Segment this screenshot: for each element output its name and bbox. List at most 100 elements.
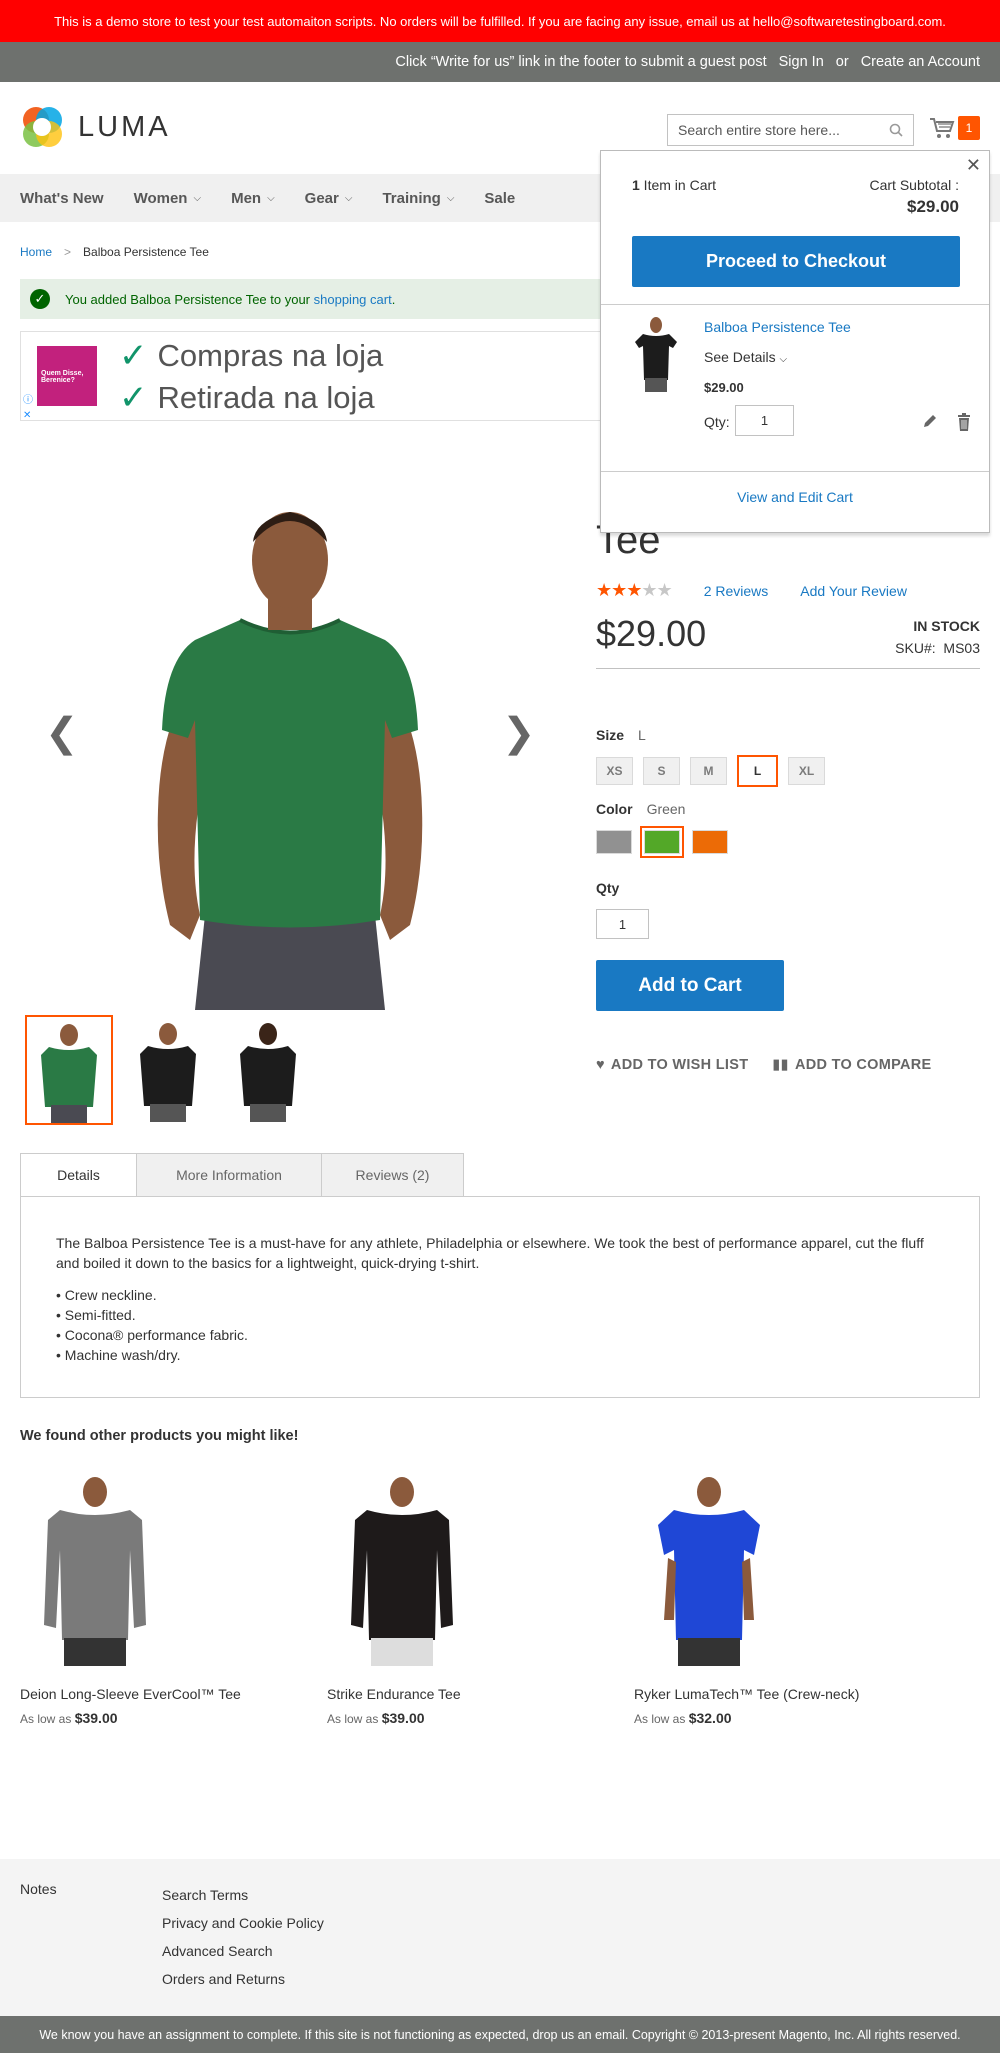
size-option-s[interactable]: S	[643, 757, 680, 785]
related-product-card[interactable]: Strike Endurance Tee As low as $39.00	[327, 1470, 567, 1726]
logo-text: LUMA	[78, 110, 171, 143]
view-edit-cart-link[interactable]: View and Edit Cart	[601, 489, 989, 505]
minicart-subtotal: $29.00	[907, 197, 959, 216]
related-product-name[interactable]: Strike Endurance Tee	[327, 1685, 567, 1704]
close-icon[interactable]: ✕	[966, 155, 981, 176]
pencil-icon[interactable]	[922, 413, 938, 429]
qty-input[interactable]: 1	[596, 909, 649, 939]
related-products-title: We found other products you might like!	[20, 1428, 299, 1444]
feature-item: • Crew neckline.	[56, 1287, 157, 1303]
product-main-image	[40, 470, 540, 1010]
search-icon[interactable]	[889, 123, 903, 137]
related-product-card[interactable]: Ryker LumaTech™ Tee (Crew-neck) As low a…	[634, 1470, 874, 1726]
color-label-row: Color Green	[596, 801, 685, 817]
tab-more-information[interactable]: More Information	[136, 1153, 322, 1197]
footer: Notes Search Terms Privacy and Cookie Po…	[0, 1859, 1000, 2016]
success-message-text: You added Balboa Persistence Tee to your	[65, 291, 311, 307]
thumbnail-black-back[interactable]	[225, 1015, 313, 1125]
add-to-compare-link[interactable]: ▮▮ ADD TO COMPARE	[772, 1057, 931, 1073]
tab-details[interactable]: Details	[20, 1153, 137, 1197]
footer-link-search-terms[interactable]: Search Terms	[162, 1881, 324, 1909]
breadcrumb: Home > Balboa Persistence Tee	[20, 245, 209, 259]
demo-notice-bar: This is a demo store to test your test a…	[0, 0, 1000, 42]
check-icon: ✓	[119, 379, 148, 417]
logo[interactable]: LUMA	[20, 105, 171, 149]
nav-item-men[interactable]: Men ⌵	[231, 190, 275, 207]
or-text: or	[835, 54, 849, 70]
chevron-down-icon: ⌵	[446, 192, 455, 204]
size-option-xs[interactable]: XS	[596, 757, 633, 785]
nav-item-sale[interactable]: Sale	[484, 190, 515, 207]
related-product-image[interactable]	[644, 1470, 774, 1675]
footer-link-advanced-search[interactable]: Advanced Search	[162, 1937, 324, 1965]
sign-in-link[interactable]: Sign In	[779, 54, 824, 70]
rating-stars-icon: ★★★★★	[596, 580, 673, 600]
trash-icon[interactable]	[957, 413, 971, 431]
ad-close-icon[interactable]: ✕	[23, 410, 31, 420]
product-tabs: Details More Information Reviews (2)	[20, 1153, 464, 1197]
gallery-prev-arrow[interactable]: ❮	[45, 710, 79, 756]
chevron-down-icon: ⌵	[344, 192, 353, 204]
search-placeholder: Search entire store here...	[678, 122, 840, 138]
search-input[interactable]: Search entire store here...	[667, 114, 914, 146]
ad-info-icon[interactable]: ⓘ	[23, 391, 33, 406]
add-review-link[interactable]: Add Your Review	[800, 583, 907, 599]
related-product-name[interactable]: Deion Long-Sleeve EverCool™ Tee	[20, 1685, 260, 1704]
minicart-subtotal-label: Cart Subtotal :	[869, 177, 960, 193]
chevron-down-icon: ⌵	[193, 192, 202, 204]
gallery-next-arrow[interactable]: ❯	[502, 710, 536, 756]
tab-reviews[interactable]: Reviews (2)	[321, 1153, 464, 1197]
add-to-wishlist-link[interactable]: ♥ ADD TO WISH LIST	[596, 1057, 748, 1073]
size-selected-value: L	[638, 727, 646, 743]
create-account-link[interactable]: Create an Account	[861, 54, 980, 70]
cart-icon[interactable]	[929, 116, 955, 140]
color-options	[596, 826, 728, 858]
qty-label: Qty	[596, 880, 620, 896]
footer-links: Search Terms Privacy and Cookie Policy A…	[162, 1881, 324, 1993]
feature-list: • Crew neckline. • Semi-fitted. • Cocona…	[56, 1285, 944, 1365]
nav-item-women[interactable]: Women ⌵	[134, 190, 202, 207]
cart-count-badge[interactable]: 1	[958, 116, 980, 140]
size-option-m[interactable]: M	[690, 757, 727, 785]
minicart-dropdown: ✕ 1 Item in Cart Cart Subtotal : $29.00 …	[600, 150, 990, 533]
shopping-cart-link[interactable]: shopping cart	[314, 292, 392, 307]
product-description: The Balboa Persistence Tee is a must-hav…	[56, 1235, 924, 1271]
nav-item-training[interactable]: Training ⌵	[382, 190, 454, 207]
nav-item-whats-new[interactable]: What's New	[20, 190, 104, 207]
breadcrumb-home[interactable]: Home	[20, 245, 52, 259]
size-option-l[interactable]: L	[737, 755, 778, 787]
color-swatch-gray[interactable]	[596, 830, 632, 854]
related-product-image[interactable]	[337, 1470, 467, 1675]
minicart-item-image[interactable]	[633, 316, 679, 396]
size-option-xl[interactable]: XL	[788, 757, 825, 785]
product-actions: ♥ ADD TO WISH LIST ▮▮ ADD TO COMPARE	[596, 1057, 932, 1073]
breadcrumb-current: Balboa Persistence Tee	[83, 245, 209, 259]
ad-banner[interactable]: Quem Disse, Berenice? ✓ Compras na loja ✓…	[20, 331, 640, 421]
add-to-cart-button[interactable]: Add to Cart	[596, 960, 784, 1011]
ad-line-2: ✓ Retirada na loja	[119, 379, 375, 417]
related-product-name[interactable]: Ryker LumaTech™ Tee (Crew-neck)	[634, 1685, 874, 1704]
color-swatch-orange[interactable]	[692, 830, 728, 854]
footer-notes-link[interactable]: Notes	[20, 1881, 57, 1897]
nav-item-gear[interactable]: Gear ⌵	[305, 190, 353, 207]
footer-link-privacy[interactable]: Privacy and Cookie Policy	[162, 1909, 324, 1937]
footer-link-orders-returns[interactable]: Orders and Returns	[162, 1965, 324, 1993]
success-message: ✓ You added Balboa Persistence Tee to yo…	[20, 279, 640, 319]
check-icon: ✓	[119, 337, 148, 375]
related-product-image[interactable]	[30, 1470, 160, 1675]
minicart-qty-input[interactable]: 1	[735, 405, 794, 436]
proceed-to-checkout-button[interactable]: Proceed to Checkout	[632, 236, 960, 287]
breadcrumb-separator: >	[64, 245, 72, 259]
luma-logo-icon	[23, 107, 62, 147]
product-rating: ★★★★★ 2 Reviews Add Your Review	[596, 580, 907, 601]
thumbnail-black-front[interactable]	[125, 1015, 213, 1125]
reviews-link[interactable]: 2 Reviews	[704, 583, 769, 599]
demo-notice-text: This is a demo store to test your test a…	[54, 13, 946, 29]
minicart-item-name[interactable]: Balboa Persistence Tee	[704, 319, 851, 335]
related-product-card[interactable]: Deion Long-Sleeve EverCool™ Tee As low a…	[20, 1470, 260, 1726]
see-details-toggle[interactable]: See Details ⌵	[704, 349, 787, 365]
thumbnail-green[interactable]	[25, 1015, 113, 1125]
details-panel: The Balboa Persistence Tee is a must-hav…	[20, 1196, 980, 1398]
color-swatch-green[interactable]	[640, 826, 684, 858]
top-header: Click “Write for us” link in the footer …	[0, 42, 1000, 82]
